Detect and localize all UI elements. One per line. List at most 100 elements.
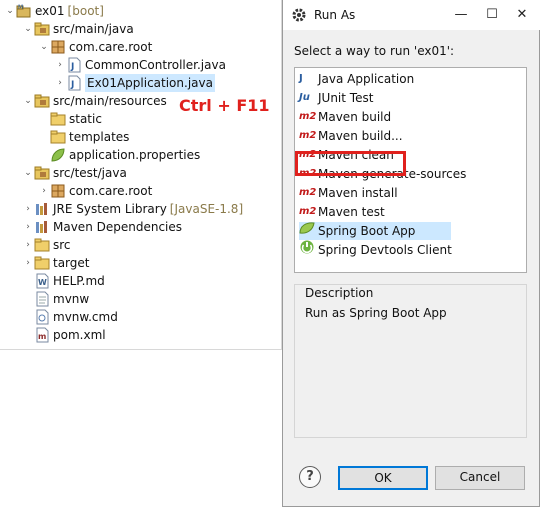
- tree-item-src-main-resources[interactable]: ⌄ src/main/resources: [22, 92, 167, 110]
- svg-text:J: J: [70, 62, 74, 72]
- collapse-arrow-icon[interactable]: ⌄: [22, 92, 34, 110]
- tree-item-package[interactable]: ⌄ com.care.root: [38, 38, 152, 56]
- jre-version-decorator: [JavaSE-1.8]: [169, 202, 244, 216]
- collapse-arrow-icon[interactable]: ⌄: [22, 164, 34, 182]
- tree-item-label: Maven Dependencies: [53, 220, 183, 234]
- junit-icon: Ju: [299, 92, 310, 103]
- tree-item-label: pom.xml: [53, 328, 106, 342]
- maven-m2-icon: m2: [299, 130, 317, 141]
- tree-item-label: application.properties: [69, 148, 201, 162]
- tree-item-label: HELP.md: [53, 274, 105, 288]
- tree-item-src-main-java[interactable]: ⌄ src/main/java: [22, 20, 134, 38]
- tree-item-label: static: [69, 112, 102, 126]
- maven-m2-icon: m2: [299, 187, 317, 198]
- list-item-maven-build[interactable]: m2 Maven build: [299, 108, 391, 126]
- folder-icon: [34, 237, 50, 253]
- list-item-junit-test[interactable]: Ju JUnit Test: [299, 89, 373, 107]
- tree-item-label: JRE System Library: [53, 202, 167, 216]
- source-folder-icon: [34, 165, 50, 181]
- tree-item-test-package[interactable]: › com.care.root: [38, 182, 152, 200]
- tree-item-src[interactable]: › src: [22, 236, 71, 254]
- tree-item-mvnw-cmd[interactable]: mvnw.cmd: [34, 308, 118, 326]
- package-icon: [50, 183, 66, 199]
- close-button[interactable]: ✕: [512, 5, 532, 25]
- project-explorer: ⌄ M ex01 [boot] ⌄ src/main/java ⌄ com.ca…: [0, 0, 282, 350]
- tree-item-label: src/main/java: [53, 22, 134, 36]
- text-file-icon: [34, 291, 50, 307]
- tree-item-maven-dependencies[interactable]: › Maven Dependencies: [22, 218, 182, 236]
- tree-item-label: src/main/resources: [53, 94, 167, 108]
- source-folder-icon: [34, 93, 50, 109]
- expand-arrow-icon[interactable]: ›: [22, 200, 34, 218]
- tree-item-help-md[interactable]: W HELP.md: [34, 272, 105, 290]
- tree-item-common-controller[interactable]: › J CommonController.java: [54, 56, 226, 74]
- dialog-titlebar[interactable]: Run As — ☐ ✕: [283, 0, 540, 30]
- description-group: Description Run as Spring Boot App: [294, 284, 527, 438]
- java-file-icon: J: [66, 75, 82, 91]
- tree-item-label: mvnw.cmd: [53, 310, 118, 324]
- boot-decorator: [boot]: [67, 4, 104, 18]
- list-item-maven-test[interactable]: m2 Maven test: [299, 203, 385, 221]
- pom-file-icon: m: [34, 327, 50, 343]
- tree-item-label: CommonController.java: [85, 58, 226, 72]
- tree-item-jre-library[interactable]: › JRE System Library [JavaSE-1.8]: [22, 200, 243, 218]
- tree-item-application-properties[interactable]: application.properties: [50, 146, 200, 164]
- folder-icon: [34, 255, 50, 271]
- folder-icon: [50, 111, 66, 127]
- maven-m2-icon: m2: [299, 206, 317, 217]
- run-as-dialog: Run As — ☐ ✕ Select a way to run 'ex01':…: [282, 0, 540, 507]
- description-title: Description: [303, 286, 376, 300]
- tree-item-label: Ex01Application.java: [85, 74, 215, 92]
- svg-text:W: W: [38, 278, 47, 287]
- highlight-annotation: [295, 151, 406, 176]
- collapse-arrow-icon[interactable]: ⌄: [38, 38, 50, 56]
- list-item-maven-install[interactable]: m2 Maven install: [299, 184, 398, 202]
- expand-arrow-icon[interactable]: ›: [54, 56, 66, 74]
- expand-arrow-icon[interactable]: ›: [22, 254, 34, 272]
- list-item-spring-devtools-client[interactable]: Spring Devtools Client: [299, 239, 452, 262]
- tree-item-ex01-application[interactable]: › J Ex01Application.java: [54, 74, 215, 92]
- spring-devtools-icon: [299, 239, 317, 262]
- minimize-button[interactable]: —: [451, 5, 471, 25]
- list-item-java-application[interactable]: J Java Application: [299, 70, 414, 88]
- ok-button[interactable]: OK: [338, 466, 428, 490]
- java-file-icon: J: [66, 57, 82, 73]
- expand-arrow-icon[interactable]: ›: [38, 182, 50, 200]
- spring-leaf-icon: [50, 147, 66, 163]
- tree-item-label: src: [53, 238, 71, 252]
- tree-item-label: com.care.root: [69, 184, 153, 198]
- script-file-icon: [34, 309, 50, 325]
- svg-text:m: m: [38, 332, 46, 341]
- library-icon: [34, 219, 50, 235]
- expand-arrow-icon[interactable]: ›: [22, 236, 34, 254]
- description-text: Run as Spring Boot App: [305, 306, 447, 320]
- select-prompt: Select a way to run 'ex01':: [294, 44, 455, 58]
- help-button[interactable]: ?: [299, 466, 321, 488]
- java-application-icon: J: [299, 73, 303, 84]
- tree-item-templates[interactable]: templates: [50, 128, 129, 146]
- source-folder-icon: [34, 21, 50, 37]
- tree-item-static[interactable]: static: [50, 110, 102, 128]
- tree-item-ex01[interactable]: ⌄ M ex01 [boot]: [4, 2, 104, 20]
- tree-item-src-test-java[interactable]: ⌄ src/test/java: [22, 164, 127, 182]
- shortcut-hint: Ctrl + F11: [179, 96, 270, 115]
- expand-arrow-icon[interactable]: ›: [54, 74, 66, 92]
- list-item-spring-boot-app[interactable]: Spring Boot App: [299, 221, 451, 240]
- collapse-arrow-icon[interactable]: ⌄: [4, 2, 16, 20]
- tree-item-pom-xml[interactable]: m pom.xml: [34, 326, 106, 344]
- tree-item-label: target: [53, 256, 90, 270]
- cancel-button[interactable]: Cancel: [435, 466, 525, 490]
- list-item-maven-build-dots[interactable]: m2 Maven build...: [299, 127, 403, 145]
- tree-item-label: templates: [69, 130, 130, 144]
- maximize-button[interactable]: ☐: [482, 5, 502, 25]
- expand-arrow-icon[interactable]: ›: [22, 218, 34, 236]
- package-icon: [50, 39, 66, 55]
- tree-item-mvnw[interactable]: mvnw: [34, 290, 89, 308]
- tree-item-label: mvnw: [53, 292, 90, 306]
- library-icon: [34, 201, 50, 217]
- gear-icon: [291, 7, 307, 26]
- boot-project-icon: M: [16, 3, 32, 19]
- tree-item-target[interactable]: › target: [22, 254, 90, 272]
- tree-item-label: src/test/java: [53, 166, 127, 180]
- collapse-arrow-icon[interactable]: ⌄: [22, 20, 34, 38]
